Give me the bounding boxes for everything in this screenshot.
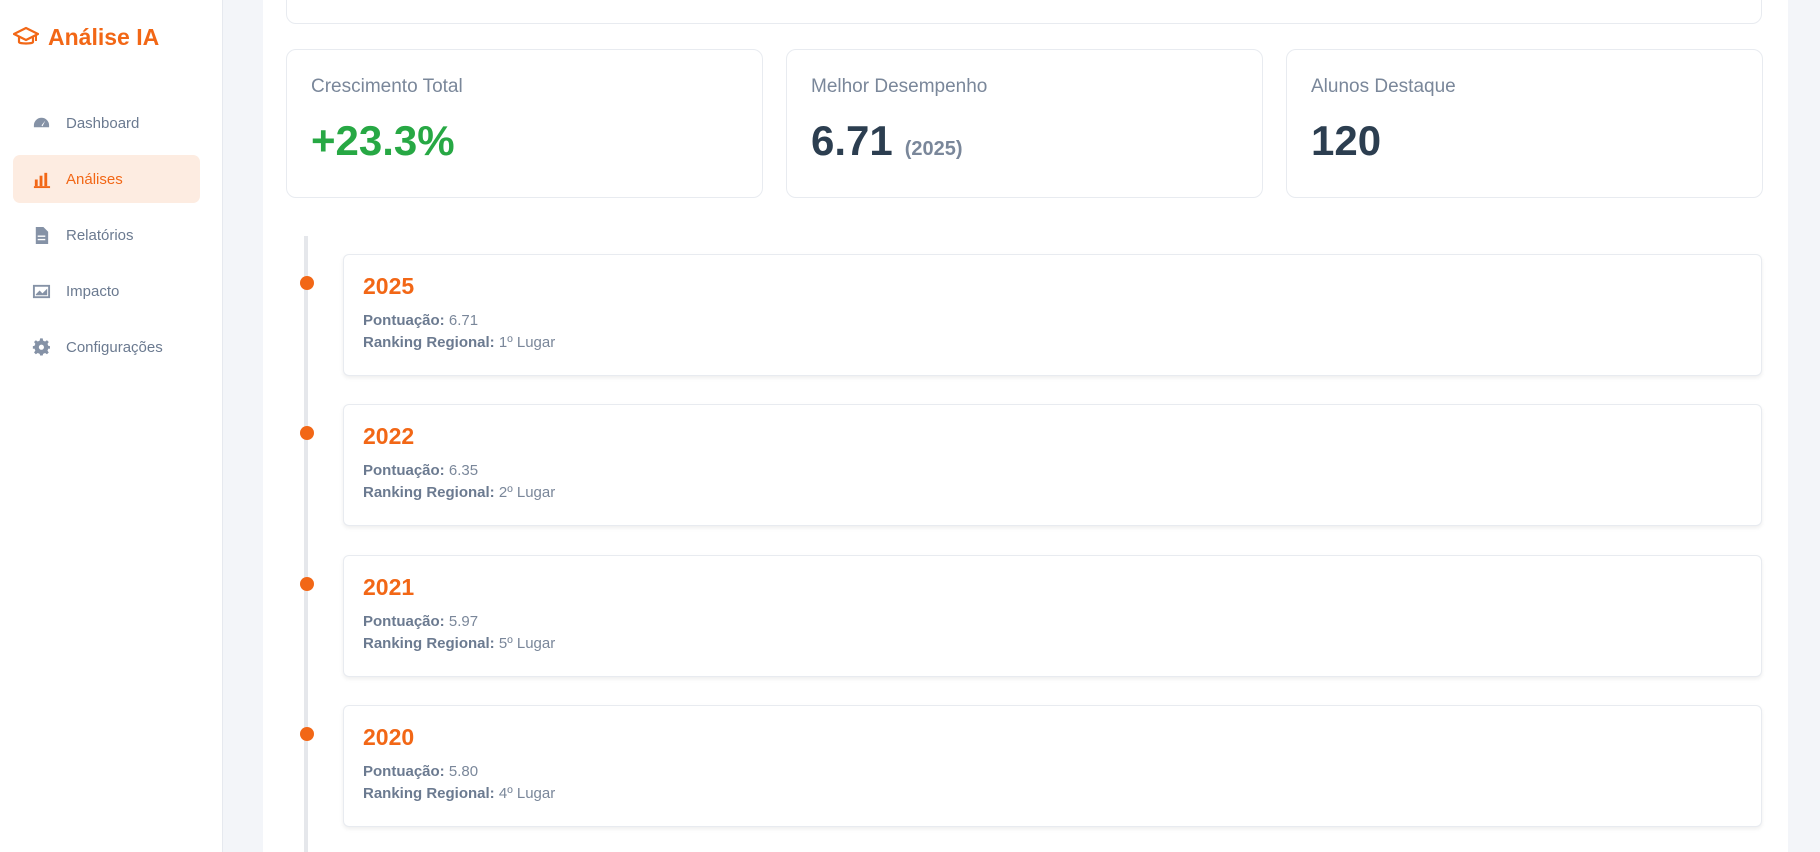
timeline-dot: [300, 276, 314, 290]
timeline-ranking: Ranking Regional: 5º Lugar: [363, 633, 1742, 655]
stat-value: +23.3%: [311, 120, 738, 162]
timeline-dot: [300, 577, 314, 591]
score-label: Pontuação:: [363, 763, 445, 780]
image-chart-icon: [31, 281, 51, 301]
timeline-score: Pontuação: 5.97: [363, 611, 1742, 633]
timeline-year: 2022: [363, 423, 415, 449]
ranking-label: Ranking Regional:: [363, 635, 495, 652]
sidebar-item-analises[interactable]: Análises: [13, 155, 200, 203]
sidebar-item-impacto[interactable]: Impacto: [13, 267, 200, 315]
timeline-card[interactable]: 2021 Pontuação: 5.97 Ranking Regional: 5…: [343, 555, 1762, 677]
bar-chart-icon: [31, 169, 51, 189]
sidebar-item-dashboard[interactable]: Dashboard: [13, 99, 200, 147]
timeline-ranking: Ranking Regional: 4º Lugar: [363, 783, 1742, 805]
stat-card-highlight-students: Alunos Destaque 120: [1286, 49, 1763, 198]
brand-name: Análise IA: [48, 23, 160, 50]
timeline-card[interactable]: 2022 Pontuação: 6.35 Ranking Regional: 2…: [343, 404, 1762, 526]
timeline-item: 2021 Pontuação: 5.97 Ranking Regional: 5…: [263, 555, 1788, 677]
timeline-card[interactable]: 2025 Pontuação: 6.71 Ranking Regional: 1…: [343, 254, 1762, 376]
graduation-cap-icon: [13, 26, 39, 45]
stat-label: Melhor Desempenho: [811, 76, 988, 97]
stat-value-number: +23.3%: [311, 117, 455, 164]
score-value: 5.97: [448, 613, 479, 630]
gauge-icon: [31, 113, 51, 133]
ranking-value: 2º Lugar: [498, 484, 556, 501]
timeline: 2025 Pontuação: 6.71 Ranking Regional: 1…: [263, 236, 1788, 852]
sidebar-item-label: Análises: [66, 170, 123, 188]
timeline-item: 2025 Pontuação: 6.71 Ranking Regional: 1…: [263, 254, 1788, 376]
timeline-score: Pontuação: 6.35: [363, 460, 1742, 482]
stat-card-growth: Crescimento Total +23.3%: [286, 49, 763, 198]
timeline-card[interactable]: 2020 Pontuação: 5.80 Ranking Regional: 4…: [343, 705, 1762, 827]
stat-label: Alunos Destaque: [1311, 76, 1456, 97]
timeline-item: 2022 Pontuação: 6.35 Ranking Regional: 2…: [263, 404, 1788, 526]
score-value: 5.80: [448, 763, 479, 780]
sidebar-item-label: Dashboard: [66, 114, 140, 132]
sidebar-item-label: Relatórios: [66, 226, 134, 244]
timeline-year: 2025: [363, 273, 415, 299]
stat-value: 6.71 (2025): [811, 120, 1238, 162]
gear-icon: [31, 337, 51, 357]
timeline-year: 2021: [363, 574, 415, 600]
timeline-score: Pontuação: 6.71: [363, 310, 1742, 332]
ranking-value: 5º Lugar: [498, 635, 556, 652]
score-label: Pontuação:: [363, 462, 445, 479]
timeline-ranking: Ranking Regional: 2º Lugar: [363, 482, 1742, 504]
timeline-item: 2020 Pontuação: 5.80 Ranking Regional: 4…: [263, 705, 1788, 827]
stats-row: Crescimento Total +23.3% Melhor Desempen…: [286, 49, 1763, 198]
score-label: Pontuação:: [363, 613, 445, 630]
ranking-label: Ranking Regional:: [363, 334, 495, 351]
score-label: Pontuação:: [363, 312, 445, 329]
app: Análise IA Dashboard Análises Relatórios: [0, 0, 1820, 852]
timeline-dot: [300, 426, 314, 440]
sidebar-item-relatorios[interactable]: Relatórios: [13, 211, 200, 259]
sidebar-nav: Dashboard Análises Relatórios Impacto Co…: [13, 99, 200, 379]
score-value: 6.35: [448, 462, 479, 479]
chart-card-partial: [286, 0, 1762, 24]
sidebar-item-label: Impacto: [66, 282, 120, 300]
stat-value-year: (2025): [904, 138, 963, 160]
ranking-value: 1º Lugar: [498, 334, 556, 351]
stat-value: 120: [1311, 120, 1738, 162]
brand[interactable]: Análise IA: [13, 22, 159, 52]
ranking-value: 4º Lugar: [498, 785, 556, 802]
sidebar-item-configuracoes[interactable]: Configurações: [13, 323, 200, 371]
main-content: Crescimento Total +23.3% Melhor Desempen…: [263, 0, 1788, 852]
timeline-year: 2020: [363, 724, 415, 750]
document-icon: [31, 225, 51, 245]
ranking-label: Ranking Regional:: [363, 484, 495, 501]
stat-value-number: 6.71: [811, 117, 893, 164]
ranking-label: Ranking Regional:: [363, 785, 495, 802]
sidebar: Análise IA Dashboard Análises Relatórios: [0, 0, 223, 852]
timeline-score: Pontuação: 5.80: [363, 761, 1742, 783]
timeline-ranking: Ranking Regional: 1º Lugar: [363, 332, 1742, 354]
score-value: 6.71: [448, 312, 479, 329]
sidebar-item-label: Configurações: [66, 338, 163, 356]
stat-label: Crescimento Total: [311, 76, 463, 97]
stat-value-number: 120: [1311, 117, 1382, 164]
timeline-dot: [300, 727, 314, 741]
stat-card-best-performance: Melhor Desempenho 6.71 (2025): [786, 49, 1263, 198]
